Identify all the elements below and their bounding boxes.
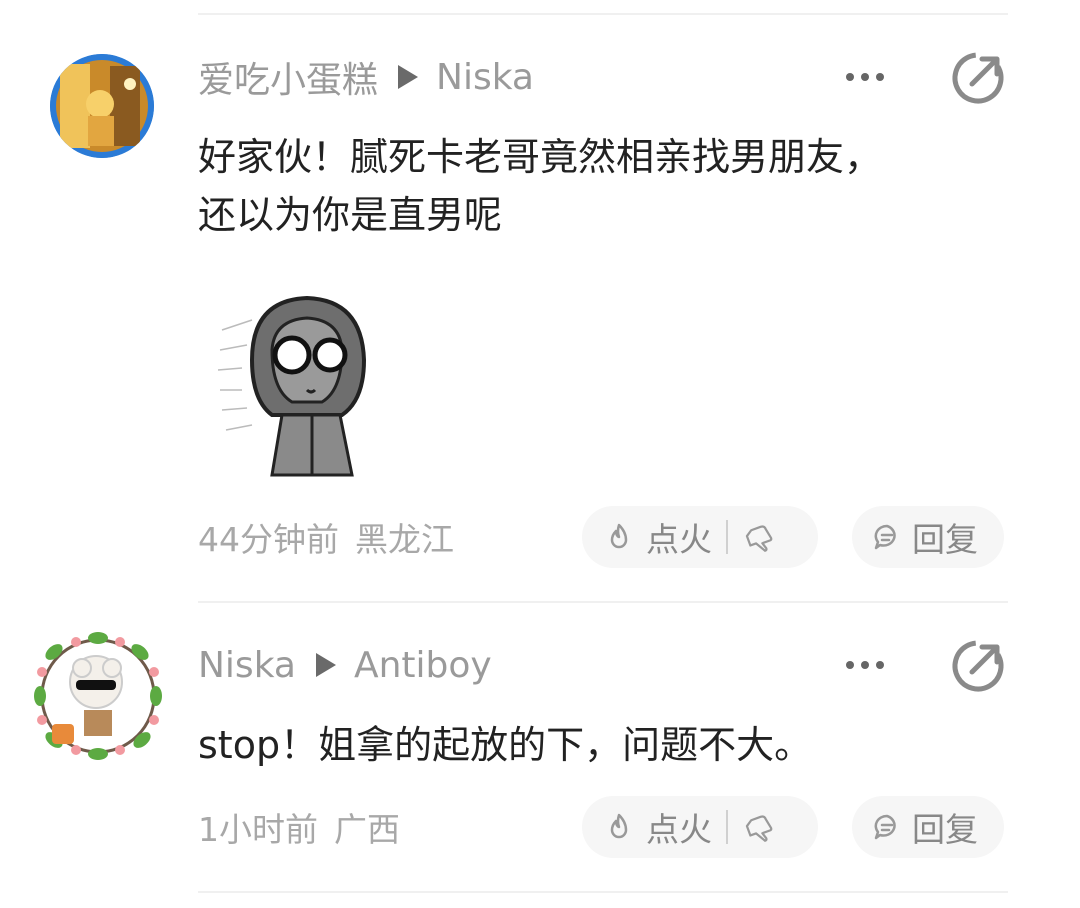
comment-header: 爱吃小蛋糕 Niska — [198, 51, 534, 103]
fire-icon[interactable] — [604, 812, 634, 842]
comment-meta: 1小时前 广西 — [198, 796, 400, 858]
fire-button[interactable]: 点火 — [646, 803, 712, 851]
share-arrow-icon[interactable] — [950, 638, 1006, 694]
bottom-divider — [198, 891, 1008, 893]
pill-separator — [726, 810, 728, 844]
thumbs-down-icon[interactable] — [742, 520, 776, 554]
reply-bubble-icon — [874, 524, 896, 550]
comment-meta: 44分钟前 黑龙江 — [198, 506, 454, 568]
fire-vote-pill: 点火 — [582, 796, 818, 858]
avatar[interactable] — [50, 54, 154, 158]
reply-button[interactable]: 回复 — [852, 796, 1004, 858]
reply-label: 回复 — [912, 520, 978, 559]
author-name[interactable]: Niska — [198, 645, 296, 686]
sticker-image[interactable] — [212, 290, 382, 480]
top-divider — [198, 13, 1008, 15]
more-dots-icon[interactable] — [846, 641, 884, 689]
comment-text: 好家伙！腻死卡老哥竟然相亲找男朋友， 还以为你是直男呢 — [198, 128, 978, 244]
thumbs-down-icon[interactable] — [742, 810, 776, 844]
comment-text: stop！姐拿的起放的下，问题不大。 — [198, 716, 978, 774]
comment-divider — [198, 601, 1008, 603]
comment-location: 黑龙江 — [355, 520, 454, 559]
reply-to-name[interactable]: Niska — [436, 57, 534, 98]
reply-arrow-icon — [398, 65, 419, 89]
comment-time: 1小时前 — [198, 810, 318, 849]
share-arrow-icon[interactable] — [950, 50, 1006, 106]
fire-vote-pill: 点火 — [582, 506, 818, 568]
comment-header: Niska Antiboy — [198, 641, 492, 689]
comment-location: 广西 — [334, 810, 400, 849]
fire-button[interactable]: 点火 — [646, 513, 712, 561]
avatar-image — [34, 632, 162, 760]
reply-button[interactable]: 回复 — [852, 506, 1004, 568]
reply-to-name[interactable]: Antiboy — [354, 645, 492, 686]
reply-arrow-icon — [315, 653, 336, 677]
comment-line: 好家伙！腻死卡老哥竟然相亲找男朋友， — [198, 135, 883, 179]
author-name[interactable]: 爱吃小蛋糕 — [198, 51, 378, 103]
avatar[interactable] — [24, 622, 172, 770]
comment-line: stop！姐拿的起放的下，问题不大。 — [198, 723, 813, 767]
fire-icon[interactable] — [604, 522, 634, 552]
more-dots-icon[interactable] — [846, 53, 884, 101]
reply-bubble-icon — [874, 814, 896, 840]
comment-line: 还以为你是直男呢 — [198, 193, 503, 237]
reply-label: 回复 — [912, 810, 978, 849]
avatar-image — [50, 54, 154, 158]
pill-separator — [726, 520, 728, 554]
comment-time: 44分钟前 — [198, 520, 339, 559]
